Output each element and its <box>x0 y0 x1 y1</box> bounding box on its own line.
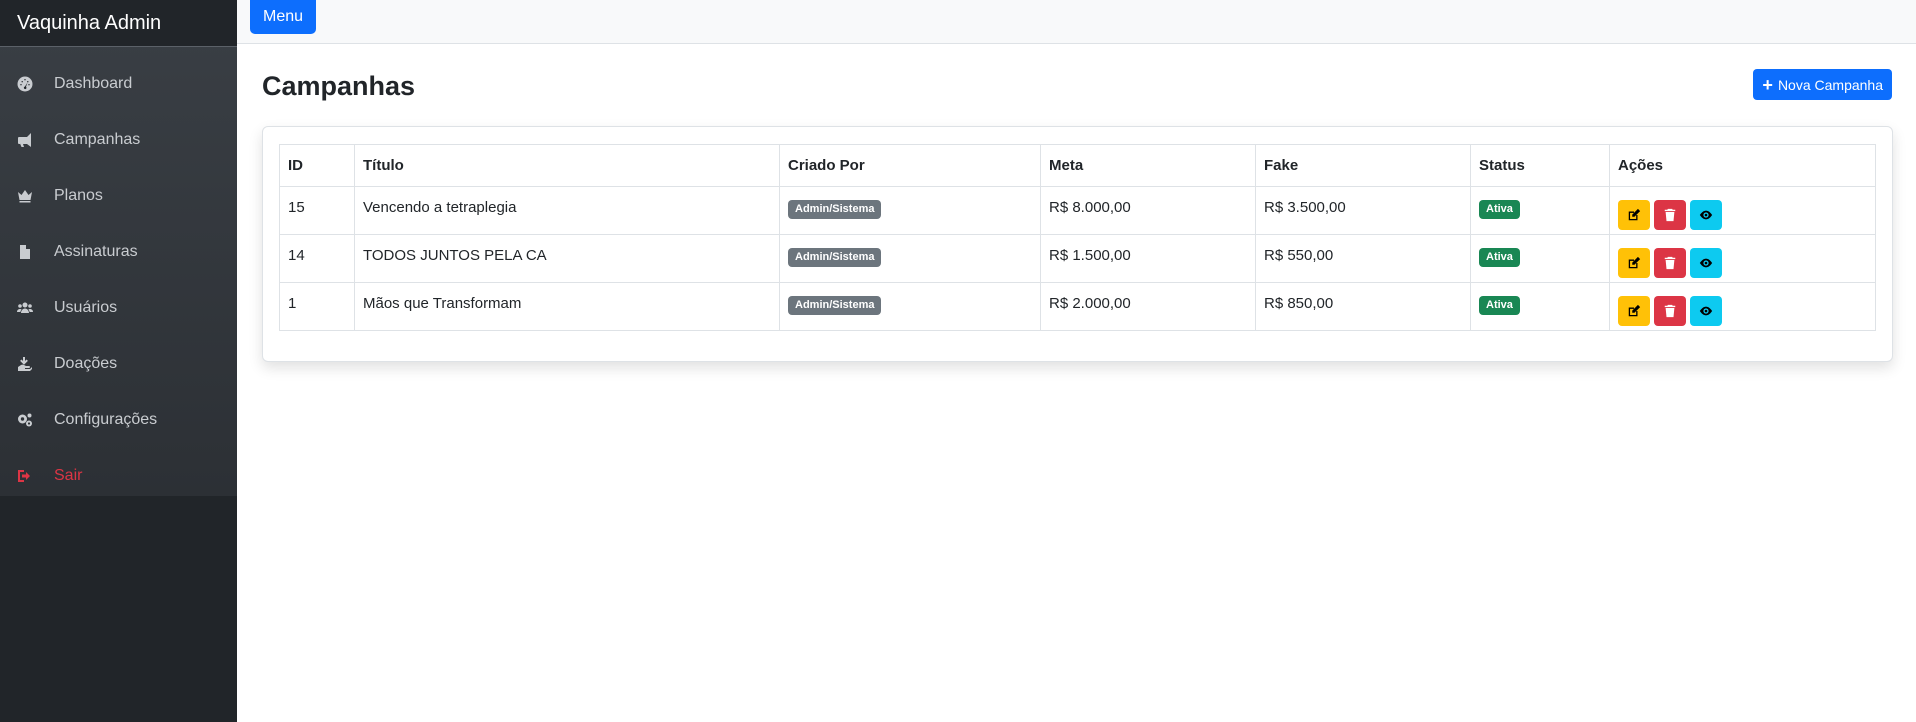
cell-id: 1 <box>279 282 355 331</box>
eye-icon <box>1699 306 1713 316</box>
crown-icon <box>13 187 37 205</box>
sidebar-item-planos[interactable]: Planos <box>0 168 237 224</box>
file-invoice-icon <box>13 243 37 261</box>
col-fake: Fake <box>1255 144 1471 187</box>
row-actions <box>1618 248 1867 278</box>
edit-icon <box>1628 304 1641 317</box>
row-actions <box>1618 200 1867 230</box>
cell-meta: R$ 8.000,00 <box>1040 186 1256 235</box>
view-button[interactable] <box>1690 200 1722 230</box>
view-button[interactable] <box>1690 248 1722 278</box>
cell-status: Ativa <box>1470 186 1610 235</box>
col-created-by: Criado Por <box>779 144 1041 187</box>
status-badge: Ativa <box>1479 200 1520 220</box>
cell-actions <box>1609 234 1876 283</box>
creator-badge: Admin/Sistema <box>788 296 882 316</box>
sidebar-nav: Dashboard Campanhas Planos Assinaturas U… <box>0 47 237 504</box>
sidebar-item-sair[interactable]: Sair <box>0 448 237 504</box>
edit-button[interactable] <box>1618 200 1650 230</box>
trash-icon <box>1664 304 1676 318</box>
sidebar-item-configuracoes[interactable]: Configurações <box>0 392 237 448</box>
trash-icon <box>1664 256 1676 270</box>
trash-icon <box>1664 208 1676 222</box>
megaphone-icon <box>13 131 37 149</box>
table-row: 15 Vencendo a tetraplegia Admin/Sistema … <box>279 186 1876 235</box>
table-header-row: ID Título Criado Por Meta Fake Status Aç… <box>279 144 1876 187</box>
cell-id: 14 <box>279 234 355 283</box>
sidebar-item-dashboard[interactable]: Dashboard <box>0 56 237 112</box>
cell-title: TODOS JUNTOS PELA CA <box>354 234 780 283</box>
cogs-icon <box>13 411 37 429</box>
eye-icon <box>1699 258 1713 268</box>
sidebar-item-label: Assinaturas <box>54 243 138 260</box>
cell-created-by: Admin/Sistema <box>779 234 1041 283</box>
hand-holding-icon <box>13 355 37 373</box>
cell-created-by: Admin/Sistema <box>779 186 1041 235</box>
table-row: 1 Mãos que Transformam Admin/Sistema R$ … <box>279 282 1876 331</box>
campaigns-card: ID Título Criado Por Meta Fake Status Aç… <box>262 126 1893 362</box>
sign-out-icon <box>13 467 37 485</box>
table-row: 14 TODOS JUNTOS PELA CA Admin/Sistema R$… <box>279 234 1876 283</box>
new-campaign-label: Nova Campanha <box>1777 76 1883 93</box>
sidebar-item-label: Configurações <box>54 411 158 428</box>
cell-id: 15 <box>279 186 355 235</box>
sidebar-panel: Vaquinha Admin Dashboard Campanhas Plano… <box>0 0 237 496</box>
cell-fake: R$ 3.500,00 <box>1255 186 1471 235</box>
row-actions <box>1618 296 1867 326</box>
sidebar-item-label: Dashboard <box>54 75 133 92</box>
campaigns-table: ID Título Criado Por Meta Fake Status Aç… <box>279 144 1876 331</box>
delete-button[interactable] <box>1654 200 1686 230</box>
sidebar-item-campanhas[interactable]: Campanhas <box>0 112 237 168</box>
eye-icon <box>1699 210 1713 220</box>
edit-button[interactable] <box>1618 296 1650 326</box>
col-id: ID <box>279 144 355 187</box>
cell-status: Ativa <box>1470 234 1610 283</box>
page-title: Campanhas <box>262 71 416 101</box>
creator-badge: Admin/Sistema <box>788 200 882 220</box>
sidebar-item-label: Planos <box>54 187 103 204</box>
col-actions: Ações <box>1609 144 1876 187</box>
plus-icon: + <box>1762 74 1773 95</box>
sidebar-item-label: Usuários <box>54 299 118 316</box>
cell-status: Ativa <box>1470 282 1610 331</box>
cell-meta: R$ 1.500,00 <box>1040 234 1256 283</box>
edit-button[interactable] <box>1618 248 1650 278</box>
users-icon <box>13 299 37 317</box>
menu-button[interactable]: Menu <box>250 0 317 34</box>
brand-title: Vaquinha Admin <box>0 0 237 47</box>
edit-icon <box>1628 256 1641 269</box>
topbar: Menu <box>237 0 1916 44</box>
sidebar: Vaquinha Admin Dashboard Campanhas Plano… <box>0 0 237 722</box>
main-content: Campanhas + Nova Campanha ID Título Cria… <box>237 44 1916 722</box>
cell-meta: R$ 2.000,00 <box>1040 282 1256 331</box>
sidebar-item-assinaturas[interactable]: Assinaturas <box>0 224 237 280</box>
status-badge: Ativa <box>1479 296 1520 316</box>
col-meta: Meta <box>1040 144 1256 187</box>
cell-actions <box>1609 282 1876 331</box>
sidebar-item-usuarios[interactable]: Usuários <box>0 280 237 336</box>
gauge-icon <box>13 75 37 93</box>
cell-created-by: Admin/Sistema <box>779 282 1041 331</box>
creator-badge: Admin/Sistema <box>788 248 882 268</box>
new-campaign-button[interactable]: + Nova Campanha <box>1753 69 1892 100</box>
col-status: Status <box>1470 144 1610 187</box>
sidebar-item-label: Sair <box>54 467 83 484</box>
status-badge: Ativa <box>1479 248 1520 268</box>
sidebar-item-label: Doações <box>54 355 118 372</box>
edit-icon <box>1628 208 1641 221</box>
cell-title: Vencendo a tetraplegia <box>354 186 780 235</box>
view-button[interactable] <box>1690 296 1722 326</box>
cell-fake: R$ 550,00 <box>1255 234 1471 283</box>
cell-fake: R$ 850,00 <box>1255 282 1471 331</box>
col-title: Título <box>354 144 780 187</box>
sidebar-item-doacoes[interactable]: Doações <box>0 336 237 392</box>
sidebar-item-label: Campanhas <box>54 131 141 148</box>
cell-actions <box>1609 186 1876 235</box>
cell-title: Mãos que Transformam <box>354 282 780 331</box>
delete-button[interactable] <box>1654 248 1686 278</box>
delete-button[interactable] <box>1654 296 1686 326</box>
